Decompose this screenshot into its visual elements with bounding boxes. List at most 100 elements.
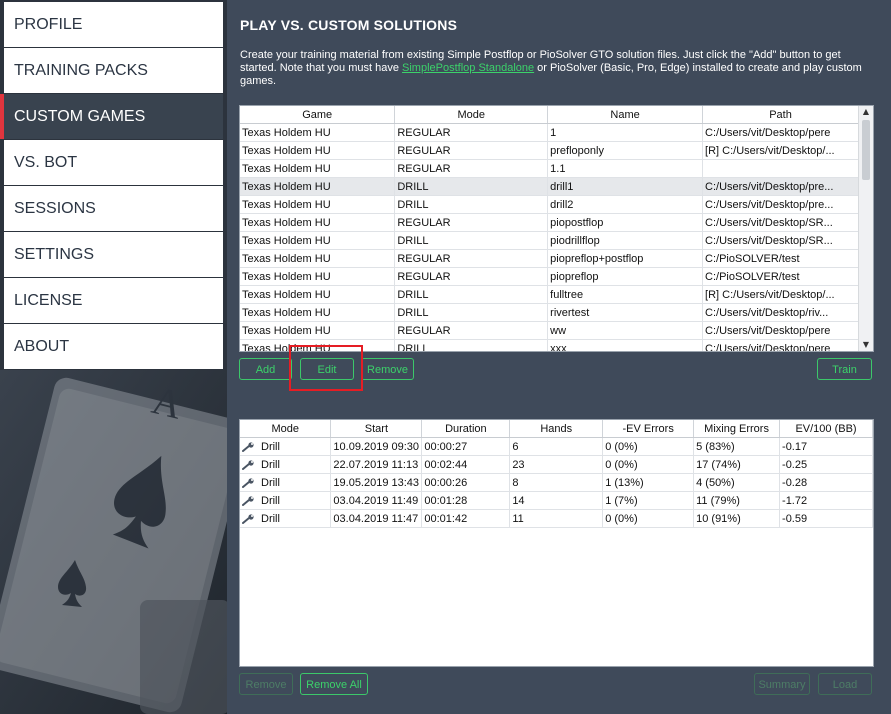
sessions-header-row: Mode Start Duration Hands -EV Errors Mix…	[240, 420, 873, 438]
games-scrollbar[interactable]: ▲ ▼	[858, 106, 873, 351]
sessions-table-row[interactable]: Drill 03.04.2019 11:47 00:01:42 11 0 (0%) 10 …	[240, 509, 873, 528]
games-table-row[interactable]: Texas Holdem HU DRILL xxx C:/Users/vit/Desk…	[240, 339, 859, 351]
cell-mode: DRILL	[394, 195, 549, 214]
cell-mixing-errors: 11 (79%)	[693, 491, 781, 510]
sidebar-item-about[interactable]: ABOUT	[0, 324, 223, 369]
add-button[interactable]: Add	[239, 358, 292, 380]
sidebar-item-settings[interactable]: SETTINGS	[0, 232, 223, 277]
custom-games-grid: Game Mode Name Path Texas Holdem HU REGUL…	[240, 106, 859, 351]
wrench-icon	[242, 513, 254, 524]
cell-start: 03.04.2019 11:49	[330, 491, 423, 510]
sessions-table-row[interactable]: Drill 03.04.2019 11:49 00:01:28 14 1 (7%) 11 …	[240, 491, 873, 510]
cell-hands: 11	[509, 509, 604, 528]
column-header-name[interactable]: Name	[547, 106, 704, 124]
cell-duration: 00:02:44	[421, 455, 511, 474]
games-table-row[interactable]: Texas Holdem HU DRILL fulltree [R] C:/Users…	[240, 285, 859, 304]
games-table-row[interactable]: Texas Holdem HU REGULAR piopostflop C:/User…	[240, 213, 859, 232]
cell-name: prefloponly	[547, 141, 704, 160]
sidebar-item-custom-games[interactable]: CUSTOM GAMES	[0, 94, 223, 139]
cell-path: C:/PioSOLVER/test	[702, 267, 859, 286]
column-header-mode[interactable]: Mode	[394, 106, 549, 124]
cell-mode: DRILL	[394, 177, 549, 196]
cell-path: C:/PioSOLVER/test	[702, 249, 859, 268]
games-table-row[interactable]: Texas Holdem HU REGULAR ww C:/Users/vit/Des…	[240, 321, 859, 340]
cell-duration: 00:01:28	[421, 491, 511, 510]
wrench-icon	[242, 495, 254, 506]
sidebar-item-training-packs[interactable]: TRAINING PACKS	[0, 48, 223, 93]
remove-all-button[interactable]: Remove All	[300, 673, 368, 695]
cell-name: ww	[547, 321, 704, 340]
cell-game: Texas Holdem HU	[240, 159, 396, 178]
scroll-thumb[interactable]	[862, 120, 870, 180]
cell-game: Texas Holdem HU	[240, 285, 396, 304]
wrench-icon	[242, 441, 254, 452]
column-header-mixing-errors[interactable]: Mixing Errors	[693, 420, 781, 438]
cell-ev-errors: 0 (0%)	[602, 437, 695, 456]
remove-game-button[interactable]: Remove	[361, 358, 414, 380]
sessions-table-row[interactable]: Drill 10.09.2019 09:30 00:00:27 6 0 (0%) 5 (8…	[240, 437, 873, 456]
cell-name: piopostflop	[547, 213, 704, 232]
column-header-ev-per-100[interactable]: EV/100 (BB)	[779, 420, 873, 438]
cell-ev-per-100: -0.59	[779, 509, 873, 528]
cell-mode: DRILL	[394, 285, 549, 304]
cell-game: Texas Holdem HU	[240, 141, 396, 160]
cell-path: C:/Users/vit/Desktop/pere	[702, 321, 859, 340]
cell-game: Texas Holdem HU	[240, 195, 396, 214]
cell-duration: 00:00:27	[421, 437, 511, 456]
cell-game: Texas Holdem HU	[240, 249, 396, 268]
cell-mode: DRILL	[394, 339, 549, 351]
column-header-duration[interactable]: Duration	[421, 420, 511, 438]
cell-game: Texas Holdem HU	[240, 267, 396, 286]
column-header-ev-errors[interactable]: -EV Errors	[602, 420, 695, 438]
cell-mode: DRILL	[394, 231, 549, 250]
games-table-row[interactable]: Texas Holdem HU REGULAR 1 C:/Users/vit/Desk…	[240, 123, 859, 142]
sidebar-item-sessions[interactable]: SESSIONS	[0, 186, 223, 231]
cell-name: drill2	[547, 195, 704, 214]
cell-name: xxx	[547, 339, 704, 351]
sessions-table-row[interactable]: Drill 22.07.2019 11:13 00:02:44 23 0 (0%) 17 …	[240, 455, 873, 474]
games-table-row[interactable]: Texas Holdem HU DRILL drill2 C:/Users/vit/D…	[240, 195, 859, 214]
load-button[interactable]: Load	[818, 673, 872, 695]
games-table-row[interactable]: Texas Holdem HU DRILL piodrillflop C:/Users…	[240, 231, 859, 250]
column-header-path[interactable]: Path	[702, 106, 859, 124]
games-table-row[interactable]: Texas Holdem HU REGULAR piopreflop C:/PioSO…	[240, 267, 859, 286]
games-table-row[interactable]: Texas Holdem HU REGULAR prefloponly [R] C:/…	[240, 141, 859, 160]
session-mode-label: Drill	[261, 440, 280, 453]
cell-duration: 00:01:42	[421, 509, 511, 528]
session-mode-label: Drill	[261, 512, 280, 525]
sidebar-item-profile[interactable]: PROFILE	[0, 2, 223, 47]
cell-name: 1.1	[547, 159, 704, 178]
sidebar-item-vs-bot[interactable]: VS. BOT	[0, 140, 223, 185]
column-header-start[interactable]: Start	[330, 420, 423, 438]
wrench-icon	[242, 477, 254, 488]
cell-name: piodrillflop	[547, 231, 704, 250]
session-mode-label: Drill	[261, 494, 280, 507]
edit-button[interactable]: Edit	[300, 358, 354, 380]
simplepostflop-standalone-link[interactable]: SimplePostflop Standalone	[402, 62, 534, 74]
column-header-hands[interactable]: Hands	[509, 420, 604, 438]
games-table-row[interactable]: Texas Holdem HU DRILL drill1 C:/Users/vit/D…	[240, 177, 859, 196]
column-header-mode[interactable]: Mode	[240, 420, 332, 438]
train-button[interactable]: Train	[817, 358, 872, 380]
cell-duration: 00:00:26	[421, 473, 511, 492]
cell-mode: REGULAR	[394, 159, 549, 178]
games-table-row[interactable]: Texas Holdem HU REGULAR piopreflop+postflo…	[240, 249, 859, 268]
cell-path	[702, 159, 859, 178]
scroll-up-arrow-icon[interactable]: ▲	[859, 106, 873, 118]
sidebar-item-license[interactable]: LICENSE	[0, 278, 223, 323]
games-table-row[interactable]: Texas Holdem HU DRILL rivertest C:/Users/vi…	[240, 303, 859, 322]
cell-mode: DRILL	[394, 303, 549, 322]
cell-mixing-errors: 17 (74%)	[693, 455, 781, 474]
remove-session-button[interactable]: Remove	[239, 673, 293, 695]
scroll-down-arrow-icon[interactable]: ▼	[859, 339, 873, 351]
summary-button[interactable]: Summary	[754, 673, 810, 695]
sessions-table-row[interactable]: Drill 19.05.2019 13:43 00:00:26 8 1 (13%) 4 (…	[240, 473, 873, 492]
cell-mode: REGULAR	[394, 249, 549, 268]
games-table-row[interactable]: Texas Holdem HU REGULAR 1.1	[240, 159, 859, 178]
cell-path: C:/Users/vit/Desktop/pre...	[702, 177, 859, 196]
column-header-game[interactable]: Game	[240, 106, 396, 124]
cell-path: [R] C:/Users/vit/Desktop/...	[702, 141, 859, 160]
cell-game: Texas Holdem HU	[240, 339, 396, 351]
cell-game: Texas Holdem HU	[240, 213, 396, 232]
cell-hands: 14	[509, 491, 604, 510]
